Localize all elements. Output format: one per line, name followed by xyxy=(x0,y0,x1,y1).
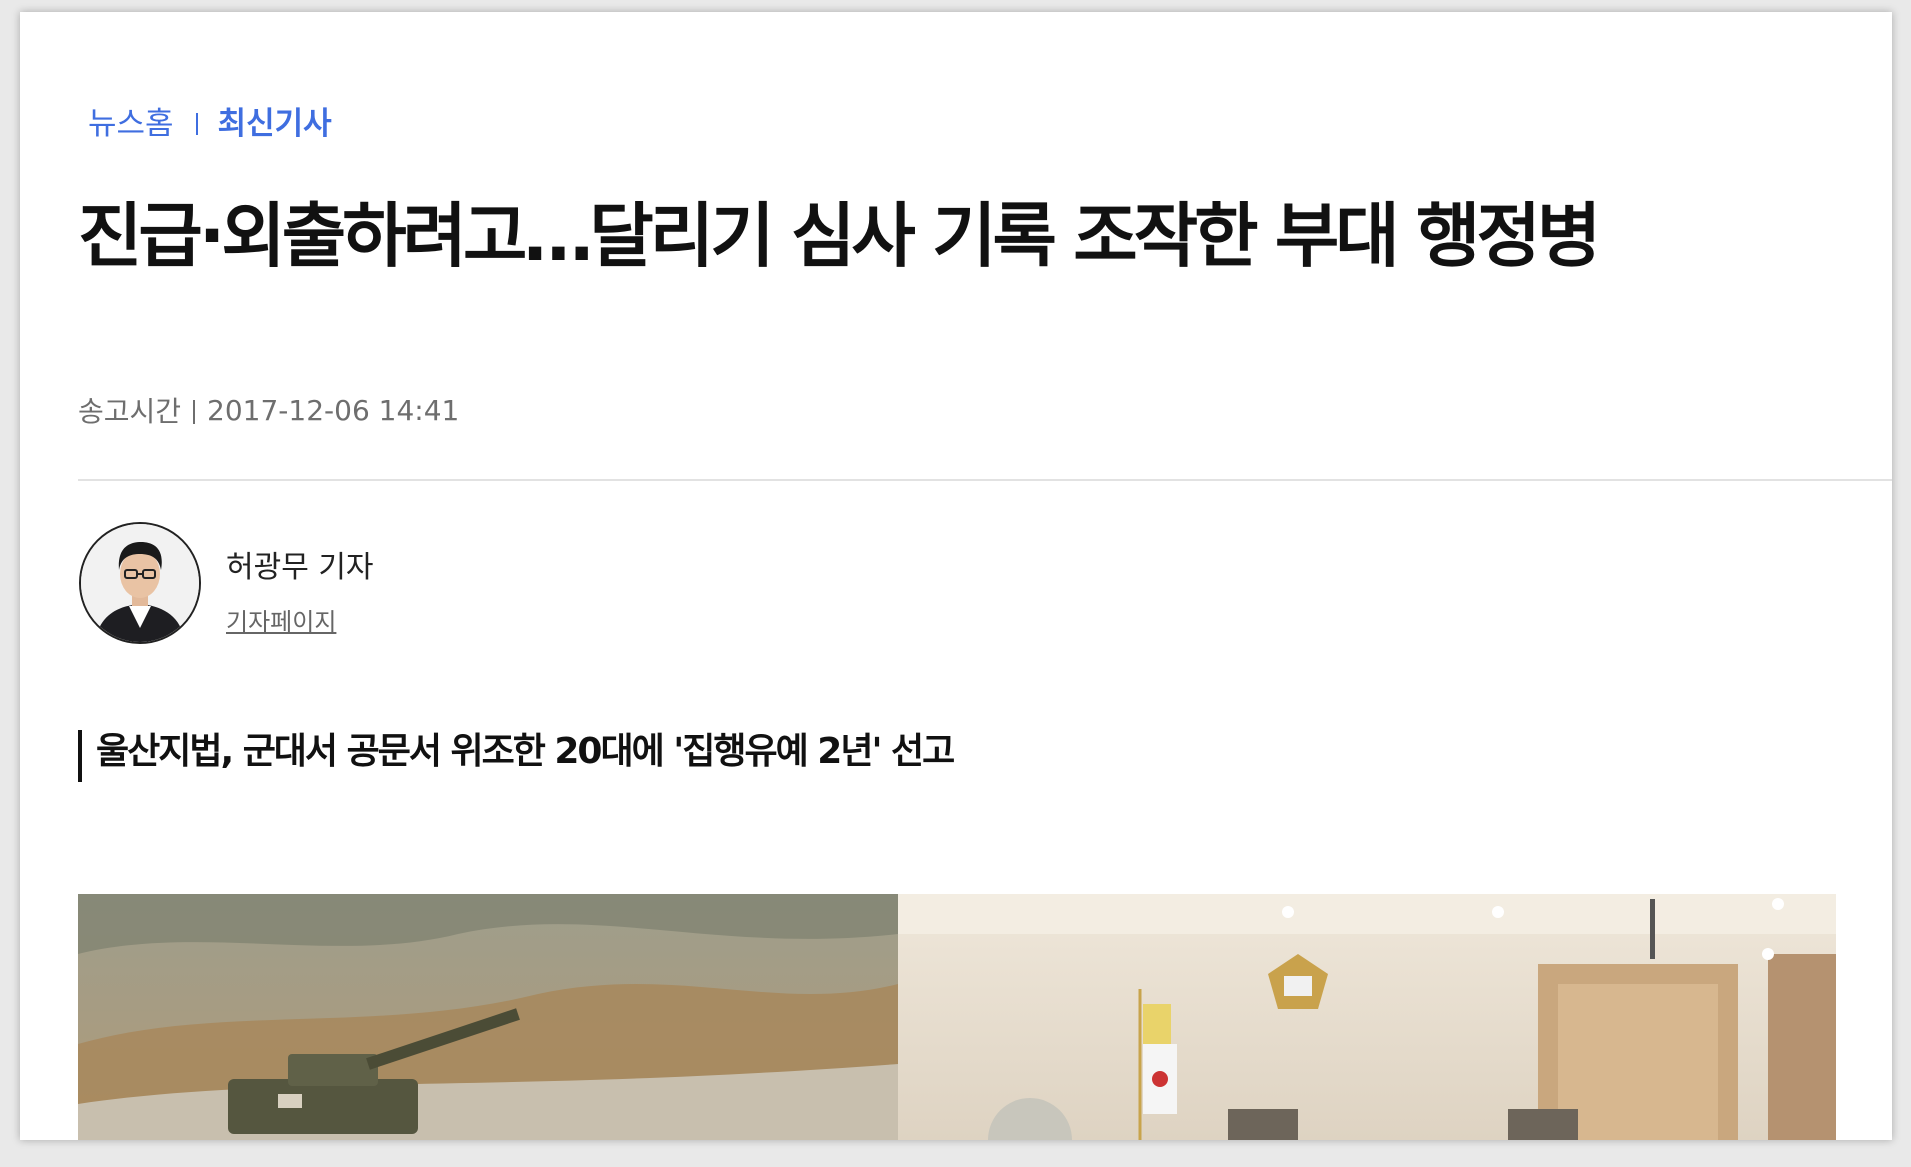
breadcrumb-separator xyxy=(195,112,198,135)
reporter-page-link[interactable]: 기자페이지 xyxy=(226,602,336,637)
header-divider xyxy=(78,479,1892,481)
breadcrumb-latest-news[interactable]: 최신기사 xyxy=(218,98,332,143)
article-page: 뉴스홈 최신기사 진급·외출하려고…달리기 심사 기록 조작한 부대 행정병 송… xyxy=(20,12,1892,1140)
reporter-avatar[interactable] xyxy=(79,522,201,644)
breadcrumb-news-home[interactable]: 뉴스홈 xyxy=(88,98,174,143)
published-time-value: 2017-12-06 14:41 xyxy=(207,393,460,427)
published-time: 송고시간 2017-12-06 14:41 xyxy=(78,390,459,430)
article-photo xyxy=(78,894,1836,1140)
article-headline: 진급·외출하려고…달리기 심사 기록 조작한 부대 행정병 xyxy=(78,195,1601,277)
published-time-label: 송고시간 xyxy=(78,395,182,428)
breadcrumb: 뉴스홈 최신기사 xyxy=(88,98,332,143)
article-subtitle: 울산지법, 군대서 공문서 위조한 20대에 '집행유예 2년' 선고 xyxy=(78,730,955,782)
reporter-name: 허광무 기자 xyxy=(226,550,374,585)
published-time-separator xyxy=(193,400,196,424)
